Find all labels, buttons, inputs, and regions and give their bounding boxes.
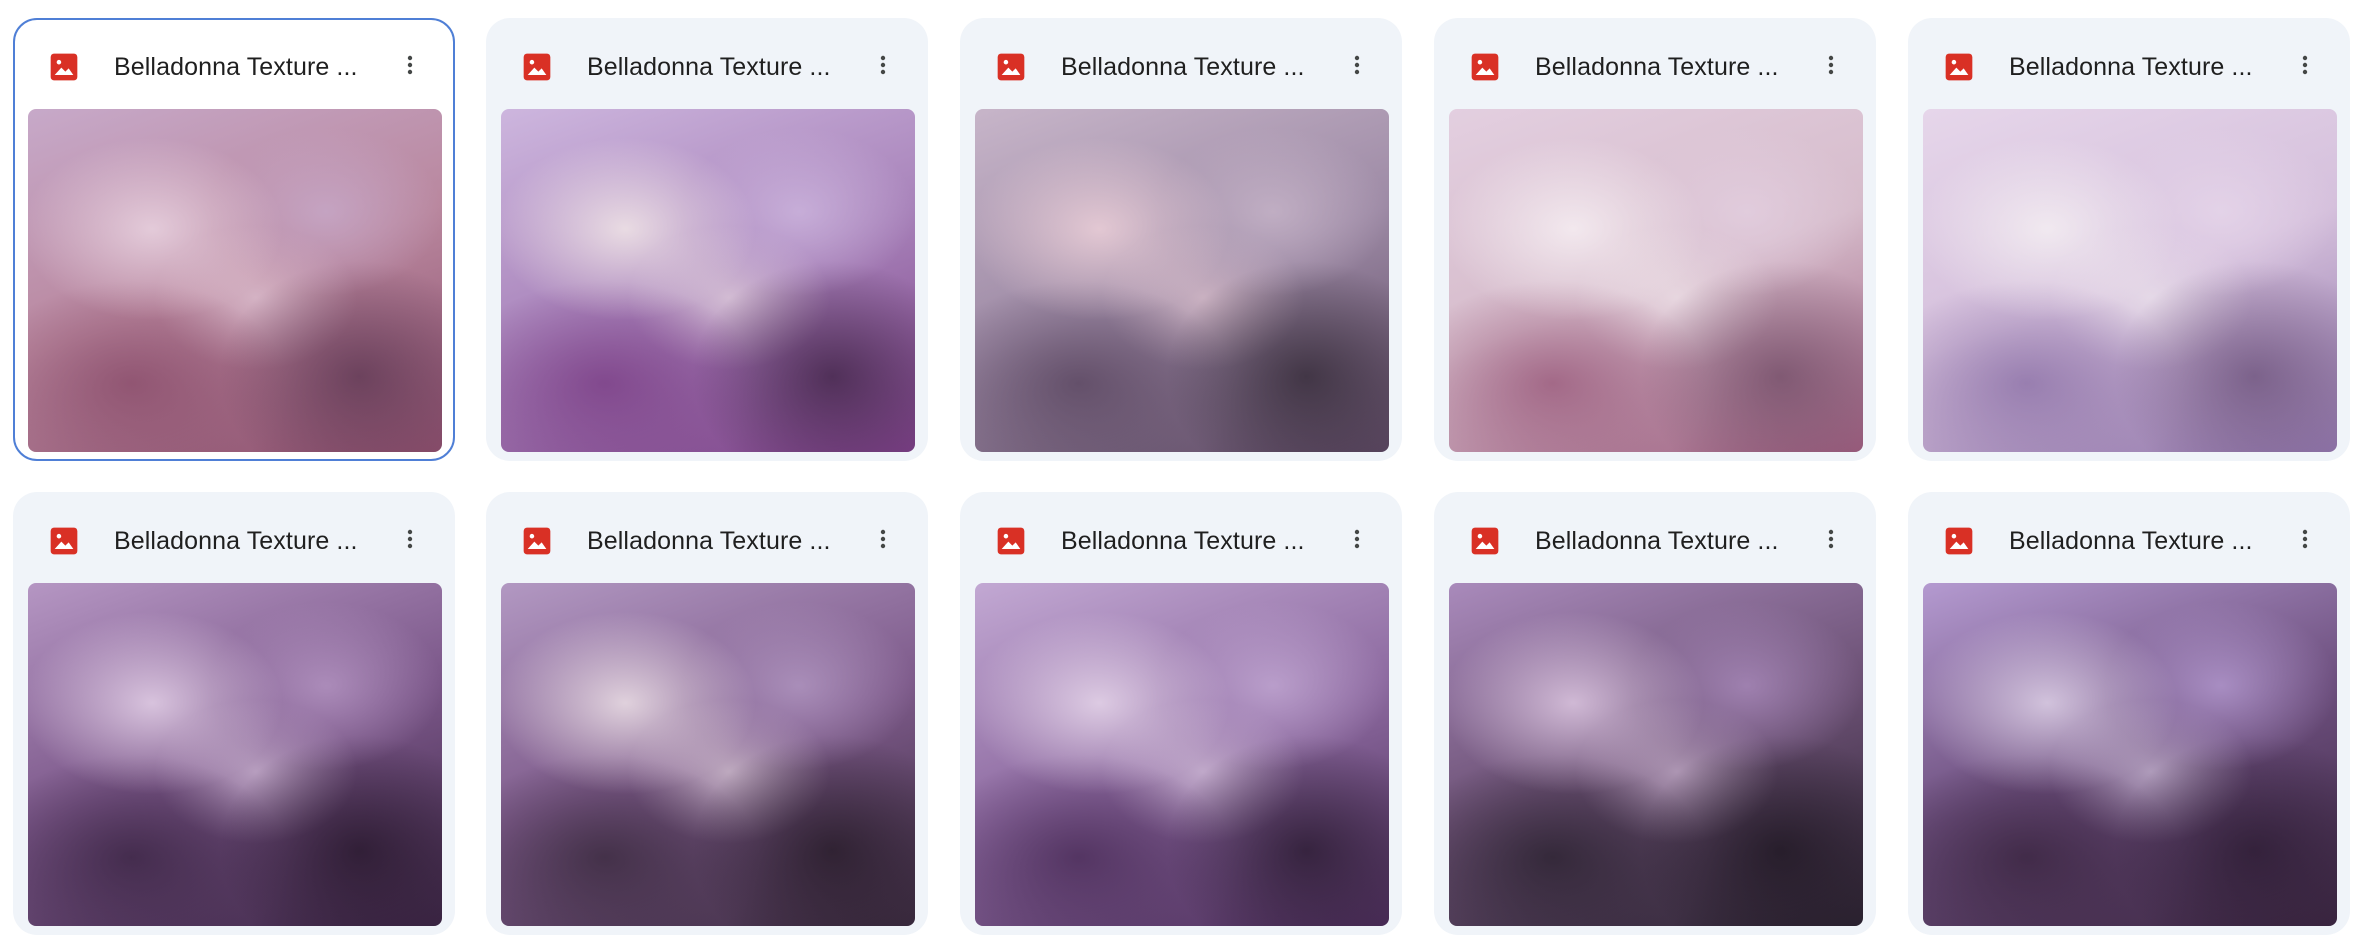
file-title: Belladonna Texture ... <box>1061 527 1305 555</box>
file-title: Belladonna Texture ... <box>2009 527 2253 555</box>
thumbnail-image <box>1449 583 1863 926</box>
image-file-icon <box>1469 51 1501 83</box>
image-file-icon <box>48 525 80 557</box>
file-card-header: Belladonna Texture ... <box>1909 493 2349 587</box>
file-card[interactable]: Belladonna Texture ... <box>1908 18 2350 461</box>
file-title: Belladonna Texture ... <box>2009 53 2253 81</box>
more-actions-button[interactable] <box>1807 43 1855 91</box>
file-thumbnail[interactable] <box>28 583 442 926</box>
more-actions-button[interactable] <box>386 517 434 565</box>
more-vert-icon <box>871 53 895 82</box>
thumbnail-image <box>28 109 442 452</box>
file-card-header: Belladonna Texture ... <box>487 493 927 587</box>
file-card[interactable]: Belladonna Texture ... <box>13 492 455 935</box>
file-card-header: Belladonna Texture ... <box>487 19 927 113</box>
file-title: Belladonna Texture ... <box>587 53 831 81</box>
image-file-icon <box>1943 525 1975 557</box>
more-actions-button[interactable] <box>1333 43 1381 91</box>
file-title: Belladonna Texture ... <box>1535 527 1779 555</box>
image-file-icon <box>995 525 1027 557</box>
more-vert-icon <box>871 527 895 556</box>
file-card-header: Belladonna Texture ... <box>1435 493 1875 587</box>
more-vert-icon <box>1819 53 1843 82</box>
file-thumbnail[interactable] <box>1449 109 1863 452</box>
more-vert-icon <box>1345 527 1369 556</box>
more-vert-icon <box>2293 527 2317 556</box>
file-title: Belladonna Texture ... <box>1061 53 1305 81</box>
thumbnail-image <box>975 109 1389 452</box>
file-card-header: Belladonna Texture ... <box>1435 19 1875 113</box>
more-actions-button[interactable] <box>386 43 434 91</box>
file-card[interactable]: Belladonna Texture ... <box>486 492 928 935</box>
more-vert-icon <box>1819 527 1843 556</box>
file-title: Belladonna Texture ... <box>1535 53 1779 81</box>
file-card[interactable]: Belladonna Texture ... <box>960 18 1402 461</box>
thumbnail-image <box>975 583 1389 926</box>
file-card-header: Belladonna Texture ... <box>1909 19 2349 113</box>
thumbnail-image <box>501 109 915 452</box>
file-title: Belladonna Texture ... <box>114 527 358 555</box>
thumbnail-image <box>1923 109 2337 452</box>
file-card[interactable]: Belladonna Texture ... <box>13 18 455 461</box>
file-thumbnail[interactable] <box>975 109 1389 452</box>
image-file-icon <box>521 525 553 557</box>
image-file-icon <box>1943 51 1975 83</box>
file-card-header: Belladonna Texture ... <box>15 20 453 114</box>
thumbnail-image <box>501 583 915 926</box>
file-title: Belladonna Texture ... <box>587 527 831 555</box>
image-file-icon <box>48 51 80 83</box>
file-card[interactable]: Belladonna Texture ... <box>1434 492 1876 935</box>
more-actions-button[interactable] <box>859 43 907 91</box>
file-card[interactable]: Belladonna Texture ... <box>1908 492 2350 935</box>
file-card[interactable]: Belladonna Texture ... <box>486 18 928 461</box>
more-actions-button[interactable] <box>1807 517 1855 565</box>
more-vert-icon <box>2293 53 2317 82</box>
file-thumbnail[interactable] <box>501 583 915 926</box>
file-thumbnail[interactable] <box>501 109 915 452</box>
file-thumbnail[interactable] <box>28 109 442 452</box>
more-actions-button[interactable] <box>859 517 907 565</box>
more-actions-button[interactable] <box>1333 517 1381 565</box>
thumbnail-image <box>28 583 442 926</box>
more-vert-icon <box>1345 53 1369 82</box>
file-thumbnail[interactable] <box>1923 583 2337 926</box>
more-vert-icon <box>398 527 422 556</box>
file-title: Belladonna Texture ... <box>114 53 358 81</box>
file-thumbnail[interactable] <box>975 583 1389 926</box>
image-file-icon <box>995 51 1027 83</box>
image-file-icon <box>521 51 553 83</box>
more-vert-icon <box>398 53 422 82</box>
image-file-icon <box>1469 525 1501 557</box>
file-thumbnail[interactable] <box>1449 583 1863 926</box>
file-card-header: Belladonna Texture ... <box>961 19 1401 113</box>
file-card[interactable]: Belladonna Texture ... <box>1434 18 1876 461</box>
file-card[interactable]: Belladonna Texture ... <box>960 492 1402 935</box>
thumbnail-image <box>1923 583 2337 926</box>
more-actions-button[interactable] <box>2281 517 2329 565</box>
thumbnail-image <box>1449 109 1863 452</box>
file-grid: Belladonna Texture ... Belladonna Texture… <box>0 0 2368 950</box>
file-card-header: Belladonna Texture ... <box>14 493 454 587</box>
more-actions-button[interactable] <box>2281 43 2329 91</box>
file-thumbnail[interactable] <box>1923 109 2337 452</box>
file-card-header: Belladonna Texture ... <box>961 493 1401 587</box>
